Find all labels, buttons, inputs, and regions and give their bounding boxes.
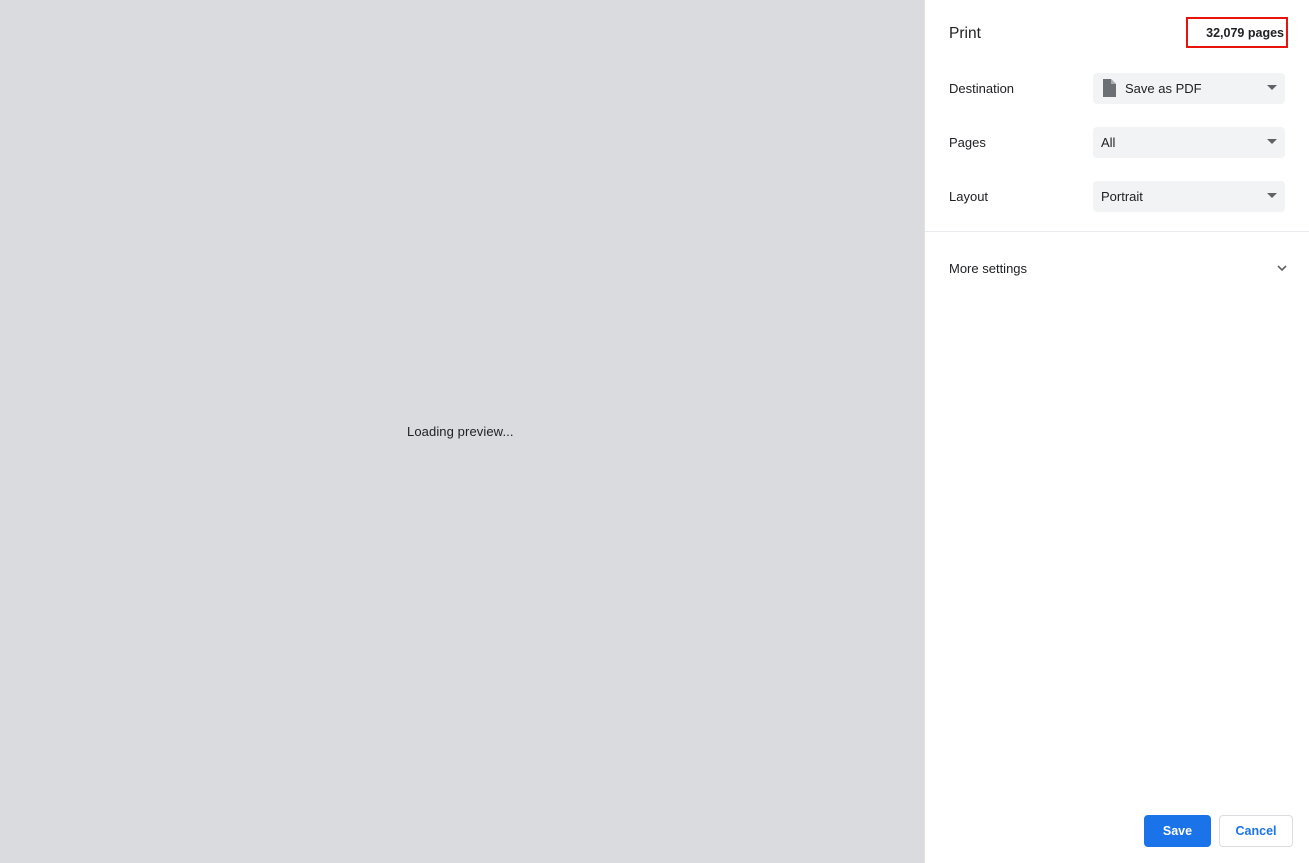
layout-value: Portrait (1101, 188, 1143, 204)
dropdown-arrow-icon (1267, 138, 1277, 144)
destination-row: Destination Save as PDF (949, 72, 1285, 104)
print-dialog: Loading preview... Print 32,079 pages De… (0, 0, 1309, 863)
print-preview-area: Loading preview... (0, 0, 925, 863)
document-icon (1101, 79, 1117, 97)
more-settings-toggle[interactable]: More settings (949, 254, 1289, 282)
page-count-badge: 32,079 pages (1186, 17, 1288, 48)
pages-select[interactable]: All (1093, 126, 1285, 158)
loading-preview-text: Loading preview... (407, 424, 514, 439)
pages-value: All (1101, 134, 1116, 150)
dialog-actions: Save Cancel (1144, 815, 1293, 847)
print-settings-sidebar: Print 32,079 pages Destination Save as P… (925, 0, 1309, 863)
chevron-down-icon (1275, 261, 1289, 275)
page-count-text: 32,079 pages (1206, 25, 1284, 40)
dropdown-arrow-icon (1267, 192, 1277, 198)
layout-row: Layout Portrait (949, 180, 1285, 212)
layout-label: Layout (949, 188, 989, 204)
more-settings-label: More settings (949, 260, 1028, 276)
layout-select[interactable]: Portrait (1093, 180, 1285, 212)
destination-select[interactable]: Save as PDF (1093, 72, 1285, 104)
save-button[interactable]: Save (1144, 815, 1211, 847)
section-divider (925, 231, 1309, 232)
pages-label: Pages (949, 134, 986, 150)
destination-label: Destination (949, 80, 1015, 96)
dialog-title: Print (949, 25, 981, 42)
cancel-button[interactable]: Cancel (1219, 815, 1293, 847)
destination-value: Save as PDF (1125, 80, 1202, 96)
dropdown-arrow-icon (1267, 84, 1277, 90)
pages-row: Pages All (949, 126, 1285, 158)
